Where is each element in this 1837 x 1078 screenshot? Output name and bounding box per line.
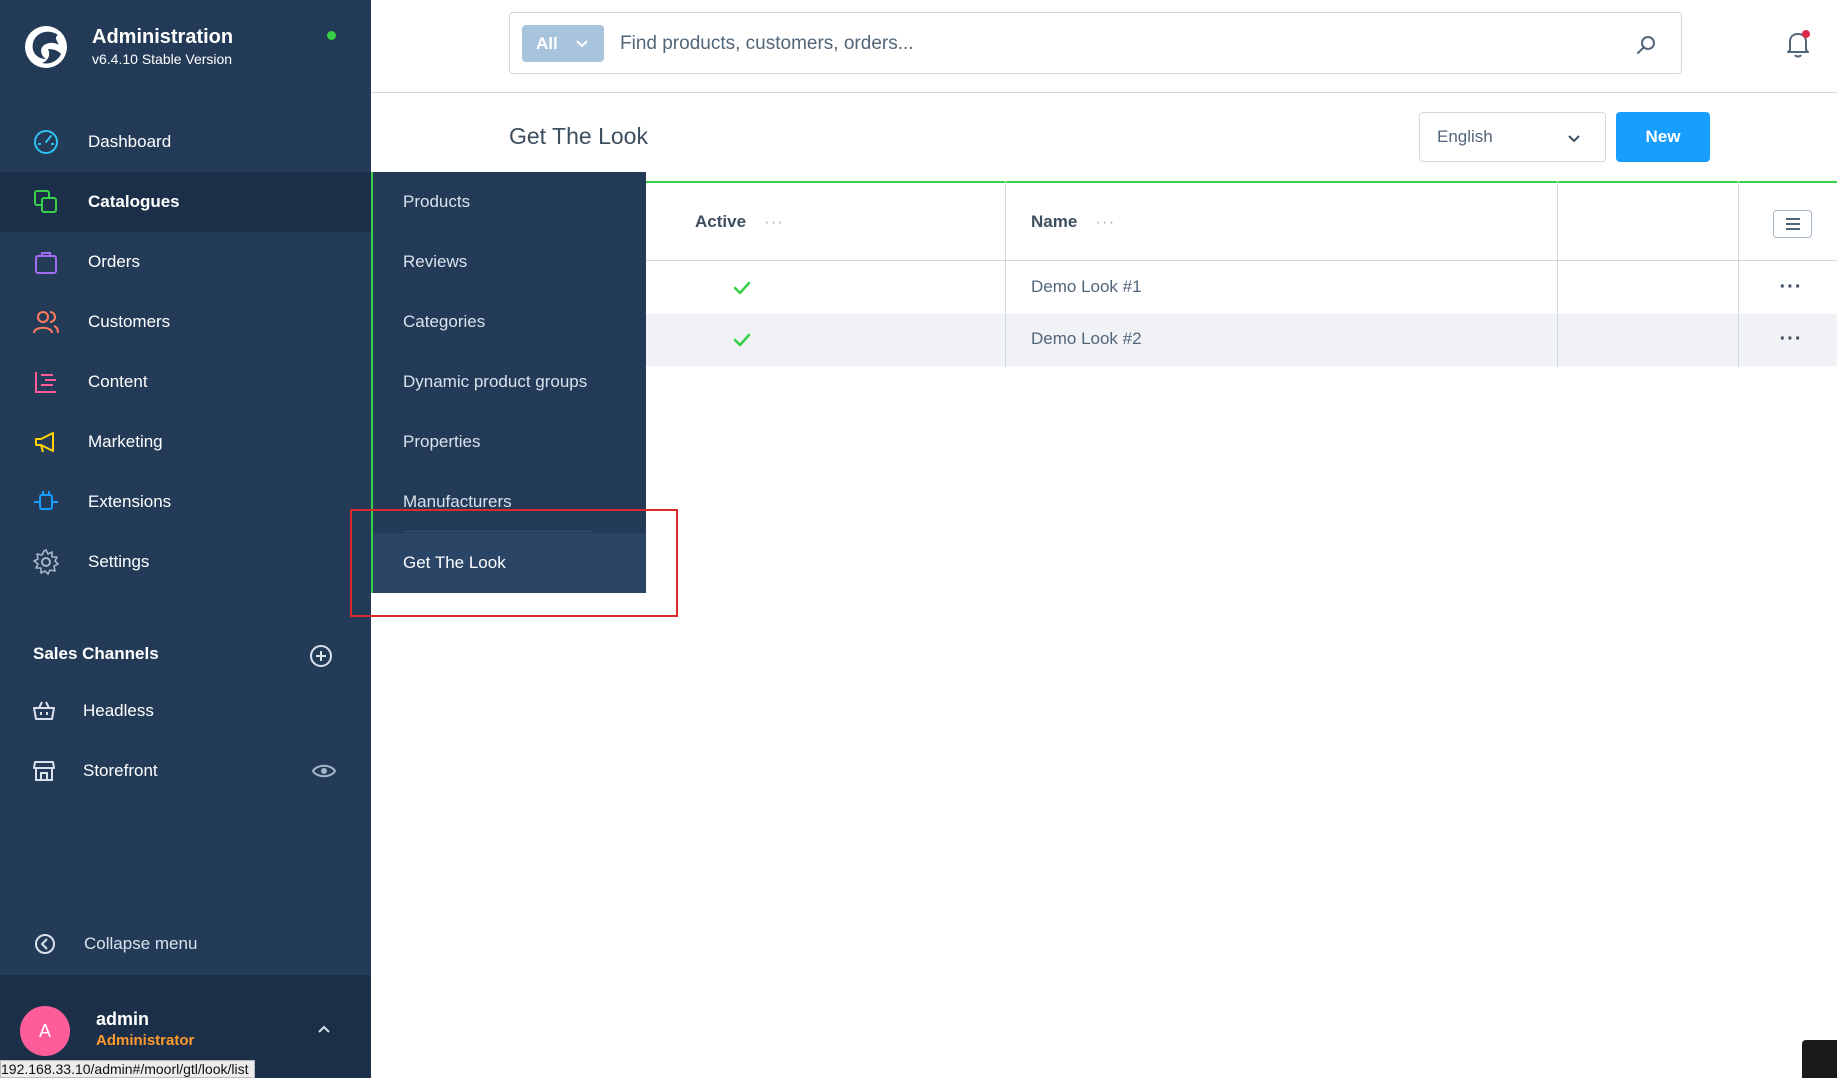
column-menu-button[interactable]: ··· bbox=[1095, 212, 1115, 232]
column-label: Active bbox=[695, 212, 747, 231]
sales-channel-storefront[interactable]: Storefront bbox=[0, 743, 371, 799]
flyout-item-label: Manufacturers bbox=[403, 492, 512, 511]
page-title: Get The Look bbox=[509, 123, 648, 149]
nav-item-extensions[interactable]: Extensions bbox=[0, 472, 371, 532]
extensions-icon bbox=[34, 491, 58, 510]
column-header-name[interactable]: Name ··· bbox=[1031, 183, 1115, 261]
debug-toolbar-icon[interactable] bbox=[1802, 1040, 1837, 1078]
column-divider bbox=[1005, 181, 1006, 368]
nav-label: Extensions bbox=[88, 492, 172, 511]
look-name-cell[interactable]: Demo Look #1 bbox=[1031, 277, 1142, 297]
user-name: admin bbox=[96, 1009, 150, 1029]
checkmark-icon bbox=[733, 281, 751, 295]
orders-icon bbox=[35, 252, 57, 274]
column-menu-button[interactable]: ··· bbox=[764, 212, 784, 232]
basket-icon bbox=[33, 701, 55, 720]
nav-label: Customers bbox=[88, 312, 171, 331]
look-name-cell[interactable]: Demo Look #2 bbox=[1031, 329, 1142, 349]
chevron-up-icon[interactable] bbox=[314, 1019, 334, 1039]
flyout-item-label: Dynamic product groups bbox=[403, 372, 588, 391]
storefront-icon bbox=[33, 761, 55, 781]
flyout-item-label: Reviews bbox=[403, 252, 468, 271]
list-settings-icon bbox=[1786, 218, 1800, 230]
top-bar: All bbox=[371, 0, 1837, 93]
checkmark-icon bbox=[733, 333, 751, 347]
catalogues-icon bbox=[34, 190, 57, 213]
catalogues-flyout-menu: Products Reviews Categories Dynamic prod… bbox=[371, 172, 646, 593]
nav-label: Content bbox=[88, 372, 148, 391]
nav-label: Catalogues bbox=[88, 192, 180, 211]
nav-item-dashboard[interactable]: Dashboard bbox=[0, 112, 371, 172]
column-divider bbox=[1738, 181, 1739, 368]
search-type-label: All bbox=[536, 33, 558, 53]
nav-item-settings[interactable]: Settings bbox=[0, 532, 371, 592]
settings-icon bbox=[33, 549, 59, 575]
new-button[interactable]: New bbox=[1616, 112, 1710, 162]
chevron-down-icon bbox=[1568, 135, 1580, 143]
collapse-menu-button[interactable]: Collapse menu bbox=[0, 918, 371, 970]
column-header-active[interactable]: Active ··· bbox=[695, 183, 784, 261]
language-select-value: English bbox=[1437, 127, 1493, 146]
flyout-item-reviews[interactable]: Reviews bbox=[373, 232, 646, 292]
app-title: Administration bbox=[92, 26, 234, 48]
language-select[interactable]: English bbox=[1419, 112, 1606, 162]
looks-data-grid: Active ··· Name ··· Demo Look #1 ··· Dem… bbox=[646, 181, 1837, 368]
sales-channel-label: Storefront bbox=[83, 761, 158, 780]
flyout-item-products[interactable]: Products bbox=[373, 172, 646, 232]
flyout-item-label: Get The Look bbox=[403, 553, 506, 572]
collapse-menu-label: Collapse menu bbox=[84, 934, 198, 953]
flyout-item-label: Properties bbox=[403, 432, 481, 451]
avatar: A bbox=[20, 1006, 70, 1056]
sales-channel-headless[interactable]: Headless bbox=[0, 683, 371, 739]
notification-bell-icon[interactable] bbox=[1782, 28, 1814, 60]
dashboard-icon bbox=[34, 130, 58, 154]
chevron-left-circle-icon bbox=[35, 934, 55, 954]
search-icon[interactable] bbox=[1634, 33, 1658, 57]
search-input[interactable] bbox=[620, 25, 1580, 62]
nav-item-marketing[interactable]: Marketing bbox=[0, 412, 371, 472]
flyout-item-label: Categories bbox=[403, 312, 486, 331]
status-bar-url: 192.168.33.10/admin#/moorl/gtl/look/list bbox=[0, 1060, 256, 1078]
column-label: Name bbox=[1031, 212, 1078, 231]
table-row[interactable]: Demo Look #1 ··· bbox=[646, 262, 1837, 314]
add-sales-channel-icon[interactable] bbox=[309, 644, 333, 668]
customers-icon bbox=[33, 311, 59, 334]
nav-item-content[interactable]: Content bbox=[0, 352, 371, 412]
marketing-icon bbox=[35, 432, 54, 453]
flyout-item-categories[interactable]: Categories bbox=[373, 292, 646, 352]
flyout-divider bbox=[403, 531, 593, 532]
brand-header: Administration v6.4.10 Stable Version bbox=[0, 0, 371, 92]
sales-channel-label: Headless bbox=[83, 701, 154, 720]
flyout-item-manufacturers[interactable]: Manufacturers bbox=[373, 472, 646, 532]
flyout-item-get-the-look[interactable]: Get The Look bbox=[373, 533, 646, 593]
chevron-down-icon bbox=[576, 40, 588, 48]
table-row[interactable]: Demo Look #2 ··· bbox=[646, 314, 1837, 366]
column-divider bbox=[1557, 181, 1558, 368]
app-version: v6.4.10 Stable Version bbox=[92, 51, 233, 67]
nav-label: Marketing bbox=[88, 432, 163, 451]
nav-label: Dashboard bbox=[88, 132, 172, 151]
shopware-logo-icon bbox=[25, 26, 67, 68]
eye-icon[interactable] bbox=[312, 759, 336, 783]
global-search: All bbox=[509, 12, 1682, 74]
content-icon bbox=[35, 372, 56, 393]
nav-item-catalogues[interactable]: Catalogues bbox=[0, 172, 371, 232]
row-actions-button[interactable]: ··· bbox=[1776, 272, 1806, 302]
flyout-item-label: Products bbox=[403, 192, 471, 211]
nav-item-orders[interactable]: Orders bbox=[0, 232, 371, 292]
nav-label: Settings bbox=[88, 552, 150, 571]
row-actions-button[interactable]: ··· bbox=[1776, 324, 1806, 354]
user-role: Administrator bbox=[96, 1032, 195, 1049]
flyout-item-properties[interactable]: Properties bbox=[373, 412, 646, 472]
online-status-indicator bbox=[327, 31, 336, 40]
admin-sidebar: Administration v6.4.10 Stable Version Da… bbox=[0, 0, 371, 1078]
search-type-dropdown[interactable]: All bbox=[522, 25, 604, 62]
grid-header: Active ··· Name ··· bbox=[646, 183, 1837, 261]
nav-label: Orders bbox=[88, 252, 140, 271]
grid-settings-button[interactable] bbox=[1773, 210, 1812, 238]
nav-item-customers[interactable]: Customers bbox=[0, 292, 371, 352]
flyout-item-dynamic-product-groups[interactable]: Dynamic product groups bbox=[373, 352, 646, 412]
sales-channels-title: Sales Channels bbox=[33, 644, 159, 663]
